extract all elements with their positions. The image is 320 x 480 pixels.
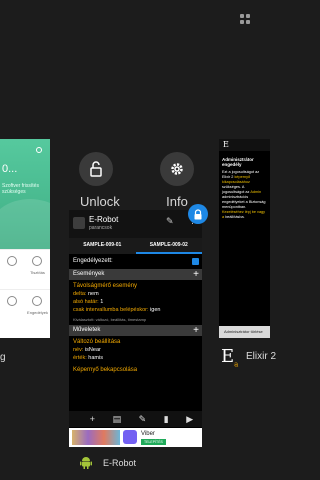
tab-sample-2[interactable]: SAMPLE-009-02 (135, 238, 202, 254)
add-event-icon[interactable]: + (193, 269, 199, 280)
remove-admin-button[interactable]: Adminisztrátor törlése (219, 326, 270, 338)
elixir-logo-icon: E (223, 140, 229, 149)
enabled-label: Engedélyezett: (73, 258, 113, 264)
android-robot-icon (80, 457, 92, 469)
add-action-icon[interactable]: + (193, 325, 199, 336)
events-header: Események (73, 271, 105, 277)
viber-icon (123, 430, 137, 444)
tab-sample-1[interactable]: SAMPLE-009-01 (69, 238, 136, 254)
ad-banner[interactable]: Viber TELEPÍTÉS (69, 428, 202, 447)
event-field: alsó határ: 1 (73, 299, 104, 305)
events-section-header: Események + (69, 269, 202, 280)
right-card-header: E (219, 139, 270, 151)
recent-card-erobot[interactable]: E-Robot parancsok ✎ ⋮ SAMPLE-009-01 SAMP… (69, 210, 202, 447)
left-card-cell: Engedélyek (25, 289, 50, 329)
recent-card-left[interactable]: 0... Szoftver frissítés szükséges Tisztí… (0, 139, 50, 338)
app-grid-icon[interactable] (240, 14, 250, 24)
gear-icon (171, 163, 183, 175)
main-app-label: E-Robot (103, 458, 137, 468)
right-app-label: Elixir 2 (246, 351, 277, 362)
app-title: E-Robot (89, 215, 119, 224)
user-icon (32, 256, 42, 266)
left-card-caption: Szoftver frissítés szükséges (2, 183, 39, 195)
app-subtitle: parancsok (89, 225, 113, 231)
lock-icon (194, 208, 202, 219)
edit-icon[interactable]: ✎ (166, 216, 174, 227)
action-field: érték: hamis (73, 355, 103, 361)
lock-app-button[interactable] (188, 204, 208, 224)
unlock-label: Unlock (80, 194, 120, 209)
event-note: Kiválasztott: változó, beállítás, timest… (73, 317, 147, 322)
ad-title: Viber (141, 431, 155, 437)
left-card-cell: Tisztítás (25, 249, 50, 289)
bottom-toolbar: + ▤ ✎ ▮ ▶ (69, 411, 202, 427)
elixir-app-icon: Ea (221, 346, 239, 369)
delete-icon[interactable]: ▮ (164, 414, 169, 425)
settings-icon (36, 147, 42, 153)
left-card-cell (0, 249, 25, 289)
tab-bar: SAMPLE-009-01 SAMPLE-009-02 (69, 238, 202, 254)
left-app-label: g (0, 352, 6, 363)
event-name[interactable]: Távolságmérő esemény (69, 280, 202, 290)
enabled-row[interactable]: Engedélyezett: (69, 256, 202, 267)
ad-install-button[interactable]: TELEPÍTÉS (141, 439, 166, 445)
app-header: E-Robot parancsok ✎ ⋮ (69, 210, 202, 238)
actions-section-header: Műveletek + (69, 325, 202, 336)
event-field: delta: nem (73, 291, 99, 297)
right-card-title: Adminisztrátor engedély (222, 157, 254, 167)
enabled-checkbox[interactable] (192, 258, 199, 265)
left-card-percent: 0... (2, 163, 18, 175)
shield-icon (32, 296, 42, 306)
info-label: Info (166, 194, 188, 209)
play-icon[interactable]: ▶ (186, 414, 193, 425)
actions-header: Műveletek (73, 327, 101, 333)
info-button[interactable] (160, 152, 194, 186)
right-card-body: Ezt a jogosultságot az Elixir 2 képernyő… (222, 170, 266, 219)
add-icon[interactable]: + (90, 414, 95, 424)
unlock-icon (90, 161, 102, 177)
tool-icon (7, 296, 17, 306)
tool-icon (7, 256, 17, 266)
event-field: csak intervallumba belépéskor: igen (73, 307, 161, 313)
action2-name[interactable]: Képernyő bekapcsolása (69, 362, 202, 374)
recent-card-right[interactable]: E Adminisztrátor engedély Ezt a jogosult… (219, 139, 270, 338)
unlock-button[interactable] (79, 152, 113, 186)
save-icon[interactable]: ▤ (113, 414, 122, 425)
action-name[interactable]: Változó beállítása (69, 336, 202, 346)
edit-icon[interactable]: ✎ (139, 414, 147, 425)
left-card-cell (0, 289, 25, 329)
ad-images (72, 430, 120, 445)
action-field: név: isNear (73, 347, 101, 353)
app-icon (73, 217, 85, 229)
